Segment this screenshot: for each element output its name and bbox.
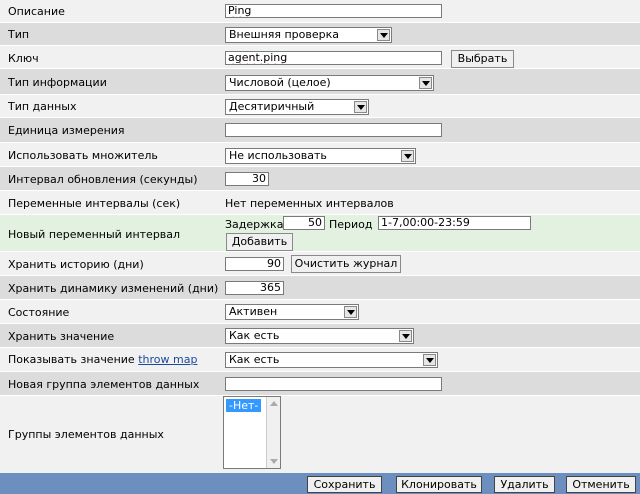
status-label: Состояние xyxy=(8,306,70,319)
row-description: Описание Ping xyxy=(0,0,640,23)
show-value-label: Показывать значение xyxy=(8,353,135,366)
type-select-value: Внешняя проверка xyxy=(229,28,340,41)
row-flex-intervals: Переменные интервалы (сек) Нет переменны… xyxy=(0,191,640,215)
delete-button[interactable]: Удалить xyxy=(494,476,555,493)
data-type-select-value: Десятиричный xyxy=(229,100,315,113)
new-flex-label: Новый переменный интервал xyxy=(8,228,181,241)
row-new-application: Новая группа элементов данных xyxy=(0,372,640,396)
key-input[interactable]: agent.ping xyxy=(225,51,442,65)
multiplier-select-value: Не использовать xyxy=(229,149,327,162)
item-form: Описание Ping Тип Внешняя проверка Ключ … xyxy=(0,0,640,494)
units-label: Единица измерения xyxy=(8,124,125,137)
history-input[interactable]: 90 xyxy=(225,257,284,271)
trends-input[interactable]: 365 xyxy=(225,281,284,295)
type-select[interactable]: Внешняя проверка xyxy=(225,27,392,43)
update-interval-label: Интервал обновления (секунды) xyxy=(8,173,198,186)
chevron-down-icon xyxy=(377,29,390,41)
flex-intervals-label: Переменные интервалы (сек) xyxy=(8,197,181,210)
status-select[interactable]: Активен xyxy=(225,304,359,320)
store-value-select-value: Как есть xyxy=(229,329,280,342)
data-type-select[interactable]: Десятиричный xyxy=(225,99,369,115)
row-trends: Хранить динамику изменений (дни) 365 xyxy=(0,276,640,300)
data-type-label: Тип данных xyxy=(8,100,77,113)
description-label: Описание xyxy=(8,5,65,18)
throw-map-link[interactable]: throw map xyxy=(138,353,197,366)
multiplier-label: Использовать множитель xyxy=(8,149,158,162)
new-app-label: Новая группа элементов данных xyxy=(8,378,200,391)
row-history: Хранить историю (дни) 90 Очистить журнал xyxy=(0,252,640,276)
flex-intervals-value: Нет переменных интервалов xyxy=(225,197,394,210)
info-type-select-value: Числовой (целое) xyxy=(229,76,331,89)
chevron-down-icon xyxy=(419,77,432,89)
row-update-interval: Интервал обновления (секунды) 30 xyxy=(0,167,640,191)
listbox-scrollbar[interactable] xyxy=(266,397,280,468)
trends-label: Хранить динамику изменений (дни) xyxy=(8,282,219,295)
row-store-value: Хранить значение Как есть xyxy=(0,324,640,348)
apps-option-none[interactable]: -Нет- xyxy=(226,399,262,412)
apps-label: Группы элементов данных xyxy=(8,428,164,441)
row-key: Ключ agent.ping Выбрать xyxy=(0,46,640,69)
info-type-label: Тип информации xyxy=(8,76,107,89)
new-app-input[interactable] xyxy=(225,377,442,391)
type-label: Тип xyxy=(8,28,30,41)
show-value-select-value: Как есть xyxy=(229,353,280,366)
show-value-label-group: Показывать значение throw map xyxy=(8,353,197,366)
chevron-down-icon xyxy=(423,354,436,366)
chevron-down-icon xyxy=(354,101,367,113)
row-units: Единица измерения xyxy=(0,118,640,143)
key-label: Ключ xyxy=(8,52,39,65)
row-info-type: Тип информации Числовой (целое) xyxy=(0,69,640,95)
row-show-value: Показывать значение throw map Как есть xyxy=(0,348,640,372)
delay-label: Задержка xyxy=(225,218,284,231)
multiplier-select[interactable]: Не использовать xyxy=(225,148,416,164)
period-label: Период xyxy=(329,218,373,231)
store-value-select[interactable]: Как есть xyxy=(225,328,414,344)
row-status: Состояние Активен xyxy=(0,300,640,324)
delay-input[interactable]: 50 xyxy=(283,216,325,230)
chevron-down-icon xyxy=(399,330,412,342)
units-input[interactable] xyxy=(225,123,442,137)
description-input[interactable]: Ping xyxy=(225,4,442,18)
select-key-button[interactable]: Выбрать xyxy=(451,50,514,68)
apps-listbox[interactable]: -Нет- xyxy=(223,396,281,469)
add-interval-button[interactable]: Добавить xyxy=(226,233,293,251)
history-label: Хранить историю (дни) xyxy=(8,258,144,271)
period-input[interactable]: 1-7,00:00-23:59 xyxy=(378,216,531,230)
clear-history-button[interactable]: Очистить журнал xyxy=(291,255,401,273)
clone-button[interactable]: Клонировать xyxy=(396,476,482,493)
scroll-up-icon xyxy=(270,401,278,406)
save-button[interactable]: Сохранить xyxy=(307,476,382,493)
row-new-flex-interval: Новый переменный интервал Задержка 50 Пе… xyxy=(0,215,640,252)
cancel-button[interactable]: Отменить xyxy=(566,476,636,493)
footer-bar: Сохранить Клонировать Удалить Отменить xyxy=(0,473,640,494)
scroll-down-icon xyxy=(270,459,278,464)
update-interval-input[interactable]: 30 xyxy=(225,172,269,186)
row-multiplier: Использовать множитель Не использовать xyxy=(0,143,640,167)
store-value-label: Хранить значение xyxy=(8,330,115,343)
row-type: Тип Внешняя проверка xyxy=(0,23,640,46)
row-data-type: Тип данных Десятиричный xyxy=(0,95,640,118)
chevron-down-icon xyxy=(401,150,414,162)
info-type-select[interactable]: Числовой (целое) xyxy=(225,75,434,91)
row-applications: Группы элементов данных -Нет- xyxy=(0,396,640,473)
show-value-select[interactable]: Как есть xyxy=(225,352,438,368)
chevron-down-icon xyxy=(344,306,357,318)
status-select-value: Активен xyxy=(229,305,278,318)
